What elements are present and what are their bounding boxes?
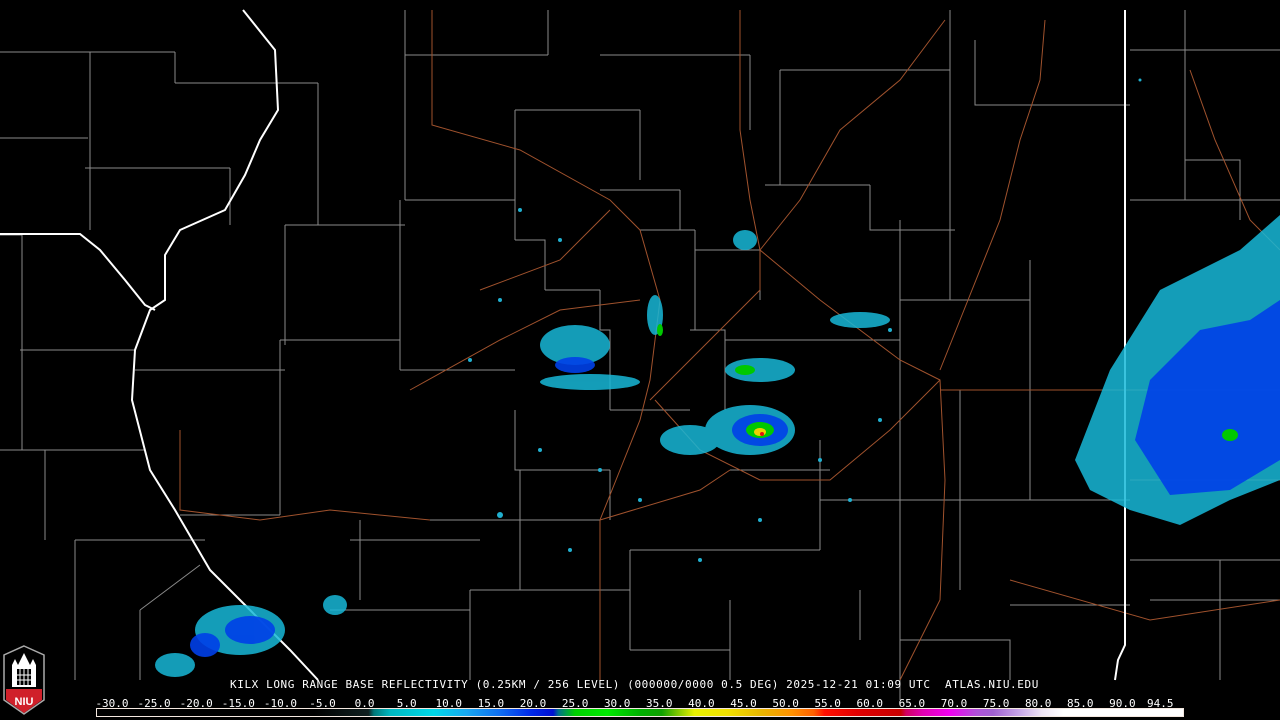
highways (179, 10, 1280, 681)
radar-echoes (155, 78, 1280, 677)
radar-map (0, 9, 1280, 700)
reflectivity-colorbar (96, 708, 1184, 717)
product-title: KILX LONG RANGE BASE REFLECTIVITY (0.25K… (230, 678, 1039, 691)
county-boundaries (0, 10, 1280, 700)
